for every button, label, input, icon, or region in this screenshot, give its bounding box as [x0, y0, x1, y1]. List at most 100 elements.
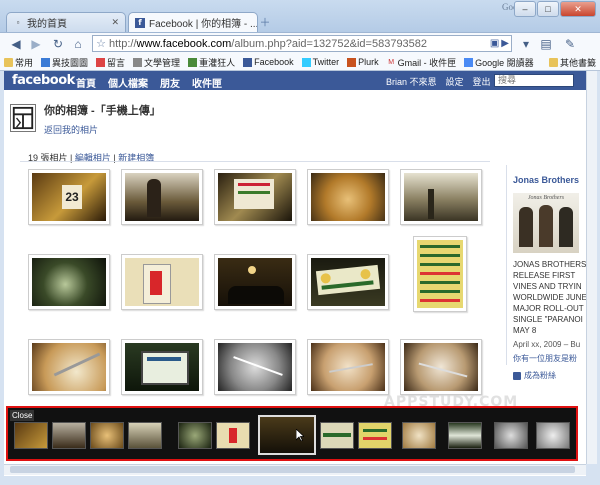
filmstrip-thumb[interactable]	[320, 422, 354, 449]
become-fan-link[interactable]: 成為粉絲	[513, 370, 586, 381]
bookmark-icon	[188, 57, 198, 67]
ad-title[interactable]: Jonas Brothers	[513, 175, 586, 185]
navigation-toolbar: ◀ ▶ ↻ ⌂ ☆ http://www.facebook.com/album.…	[0, 32, 600, 55]
photo-thumb[interactable]	[214, 254, 296, 310]
reload-button[interactable]: ↻	[50, 36, 66, 52]
photo-thumb[interactable]	[307, 339, 389, 395]
filmstrip-thumb[interactable]	[128, 422, 162, 449]
forward-button[interactable]: ▶	[28, 36, 44, 52]
user-name-link[interactable]: Brian 不來恩	[386, 75, 437, 88]
bookmark-item[interactable]: 重灌狂人	[184, 56, 239, 69]
page-title: 你的相簿 -「手機上傳」	[44, 105, 161, 117]
ad-text: JONAS BROTHERS RELEASE FIRST VINES AND T…	[513, 260, 586, 335]
photo-thumb[interactable]	[307, 169, 389, 225]
filmstrip-thumb[interactable]	[178, 422, 212, 449]
photo-thumb[interactable]	[413, 236, 467, 312]
close-window-button[interactable]: ✕	[560, 1, 596, 17]
minimize-button[interactable]: –	[514, 1, 536, 17]
page-menu-icon[interactable]: ▾	[518, 36, 534, 52]
bookmark-item[interactable]: Twitter	[298, 57, 344, 67]
bookmark-item[interactable]: 文學管理	[129, 56, 184, 69]
bookmark-item[interactable]: 常用	[0, 56, 37, 69]
filmstrip-thumb-selected[interactable]	[258, 415, 316, 455]
search-input[interactable]: 搜尋	[494, 74, 574, 87]
photo-filmstrip: Close	[6, 406, 578, 461]
nav-home[interactable]: 首頁	[76, 75, 96, 90]
photo-thumb[interactable]	[28, 254, 110, 310]
bookmark-item[interactable]: Plurk	[343, 57, 383, 67]
horizontal-scrollbar[interactable]	[4, 464, 586, 475]
photo-thumb[interactable]	[121, 169, 203, 225]
maximize-button[interactable]: □	[537, 1, 559, 17]
bookmark-item[interactable]: Facebook	[239, 57, 298, 67]
folder-icon	[4, 57, 13, 67]
bookmark-item[interactable]: Google 閱讀器	[460, 56, 538, 69]
browser-window: ▫ 我的首頁 ✕ f Facebook | 你的相簿 - ... ✕ ＋ Goo…	[0, 0, 600, 485]
filmstrip-thumb[interactable]	[90, 422, 124, 449]
tab-facebook[interactable]: f Facebook | 你的相簿 - ... ✕	[128, 12, 258, 32]
document-icon[interactable]: ▤	[538, 36, 554, 52]
home-button[interactable]: ⌂	[70, 36, 86, 52]
divider	[20, 161, 490, 162]
tab-home[interactable]: ▫ 我的首頁 ✕	[6, 12, 126, 32]
page-content: facebook 首頁 個人檔案 朋友 收件匣 Brian 不來恩 設定 登出 …	[4, 71, 586, 476]
filmstrip-close-button[interactable]: Close	[10, 410, 35, 421]
filmstrip-thumb[interactable]	[52, 422, 86, 449]
nav-profile[interactable]: 個人檔案	[108, 75, 148, 90]
omnibox-actions: ▣ ▶	[490, 38, 511, 49]
filmstrip-thumb[interactable]	[14, 422, 48, 449]
nav-inbox[interactable]: 收件匣	[192, 75, 222, 90]
ad-image[interactable]: Jonas Brothers	[513, 193, 579, 253]
thumbs-up-icon	[513, 371, 521, 380]
bookmark-icon	[133, 57, 143, 67]
tab-strip: ▫ 我的首頁 ✕ f Facebook | 你的相簿 - ... ✕ ＋ Goo…	[0, 0, 600, 32]
logout-link[interactable]: 登出	[473, 75, 491, 88]
google-icon	[464, 57, 474, 67]
wrench-icon[interactable]: ✎	[562, 36, 578, 52]
other-bookmarks[interactable]: 其他書籤	[545, 56, 600, 69]
vertical-scrollbar[interactable]	[586, 71, 597, 464]
filmstrip-thumb[interactable]	[358, 422, 392, 449]
star-icon[interactable]: ☆	[93, 37, 109, 50]
photo-thumb[interactable]	[307, 254, 389, 310]
scrollbar-thumb[interactable]	[10, 466, 575, 473]
filmstrip-thumb[interactable]	[216, 422, 250, 449]
back-to-photos-link[interactable]: 返回我的相片	[44, 123, 98, 136]
plurk-icon	[347, 57, 357, 67]
facebook-logo[interactable]: facebook	[12, 73, 75, 88]
settings-link[interactable]: 設定	[446, 75, 464, 88]
filmstrip-thumb[interactable]	[402, 422, 436, 449]
facebook-icon: f	[135, 17, 145, 28]
nav-friends[interactable]: 朋友	[160, 75, 180, 90]
folder-icon	[548, 57, 558, 67]
bookmark-icon	[96, 57, 106, 67]
photo-thumb[interactable]: 23	[28, 169, 110, 225]
filmstrip-thumb[interactable]	[494, 422, 528, 449]
photo-thumb[interactable]	[121, 254, 203, 310]
filmstrip-thumb[interactable]	[536, 422, 570, 449]
photo-thumb[interactable]	[28, 339, 110, 395]
bookmark-item[interactable]: 異技圖圖	[37, 56, 92, 69]
account-links: Brian 不來恩 設定 登出	[386, 75, 491, 88]
url-text: http://www.facebook.com/album.php?aid=13…	[109, 37, 428, 50]
photo-thumb[interactable]	[121, 339, 203, 395]
album-meta: 19 張相片 | 編輯相片 | 新建相簿	[28, 153, 155, 163]
bookmark-item[interactable]: 留言	[92, 56, 129, 69]
rss-icon[interactable]: ▣	[490, 38, 499, 49]
photo-thumb[interactable]	[400, 169, 482, 225]
close-icon[interactable]: ✕	[111, 17, 119, 28]
photo-thumb[interactable]	[214, 339, 296, 395]
go-icon[interactable]: ▶	[501, 38, 509, 49]
ad-friend-line[interactable]: 你有一位朋友是粉	[513, 353, 586, 364]
new-tab-button[interactable]: ＋	[258, 15, 272, 29]
twitter-icon	[301, 57, 311, 67]
gmail-icon: M	[388, 58, 395, 66]
photo-thumb[interactable]	[214, 169, 296, 225]
filmstrip-thumb[interactable]	[448, 422, 482, 449]
back-button[interactable]: ◀	[8, 36, 24, 52]
address-bar[interactable]: ☆ http://www.facebook.com/album.php?aid=…	[92, 35, 512, 52]
bookmark-item[interactable]: M Gmail - 收件匣	[383, 56, 461, 69]
avatar[interactable]	[10, 104, 36, 132]
photo-thumb[interactable]	[400, 339, 482, 395]
mouse-cursor-icon	[296, 429, 304, 441]
